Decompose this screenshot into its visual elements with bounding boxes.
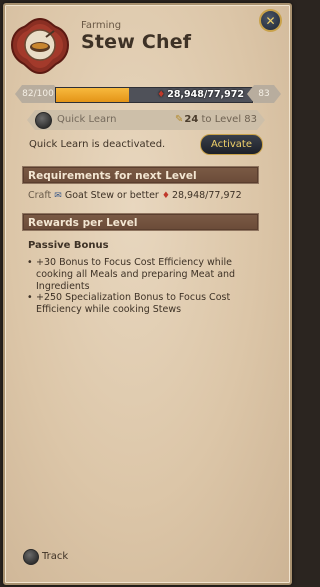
requirements-header: Requirements for next Level bbox=[22, 166, 259, 184]
fame-progress-bar: 82/100 ♦ 28,948/77,972 83 bbox=[15, 85, 267, 103]
quick-learn-target: ✎24 to Level 83 bbox=[175, 114, 257, 125]
bonus-text: +250 Specialization Bonus to Focus Cost … bbox=[36, 292, 231, 315]
progress-fame-text: ♦ 28,948/77,972 bbox=[157, 88, 244, 102]
bullet: • bbox=[27, 292, 33, 303]
fame-icon: ♦ bbox=[161, 191, 170, 201]
stew-chef-emblem-icon bbox=[10, 17, 70, 75]
track-label: Track bbox=[42, 551, 69, 562]
bonus-item: • +30 Bonus to Focus Cost Efficiency whi… bbox=[27, 257, 259, 293]
progress-track: ♦ 28,948/77,972 bbox=[55, 87, 253, 103]
required-item: Goat Stew or better bbox=[64, 190, 159, 201]
next-level-badge: 83 bbox=[247, 85, 281, 103]
craft-label: Craft bbox=[28, 190, 52, 201]
skill-title: Stew Chef bbox=[81, 31, 192, 53]
activate-button[interactable]: Activate bbox=[200, 134, 263, 155]
quick-learn-target-value: 24 bbox=[184, 114, 199, 125]
rewards-header: Rewards per Level bbox=[22, 213, 259, 231]
required-fame: 28,948/77,972 bbox=[171, 190, 242, 201]
requirement-line: Craft ✉ Goat Stew or better ♦ 28,948/77,9… bbox=[28, 190, 242, 201]
track-toggle[interactable] bbox=[23, 549, 39, 565]
passive-bonus-title: Passive Bonus bbox=[28, 240, 109, 251]
quick-learn-status: Quick Learn is deactivated. bbox=[29, 139, 166, 150]
quick-learn-toggle[interactable] bbox=[35, 112, 52, 129]
quick-learn-label: Quick Learn bbox=[57, 114, 117, 125]
close-icon[interactable]: ✕ bbox=[259, 9, 282, 32]
learning-points-icon: ✎ bbox=[175, 114, 184, 125]
stew-icon: ✉ bbox=[54, 191, 62, 201]
quick-learn-target-text: to Level 83 bbox=[201, 114, 258, 125]
skill-category: Farming bbox=[81, 20, 122, 31]
bonus-text: +30 Bonus to Focus Cost Efficiency while… bbox=[36, 257, 236, 292]
progress-fame-value: 28,948/77,972 bbox=[167, 89, 244, 100]
progress-fill bbox=[56, 88, 129, 102]
fame-icon: ♦ bbox=[157, 90, 166, 100]
bullet: • bbox=[27, 257, 33, 268]
bonus-item: • +250 Specialization Bonus to Focus Cos… bbox=[27, 292, 259, 316]
